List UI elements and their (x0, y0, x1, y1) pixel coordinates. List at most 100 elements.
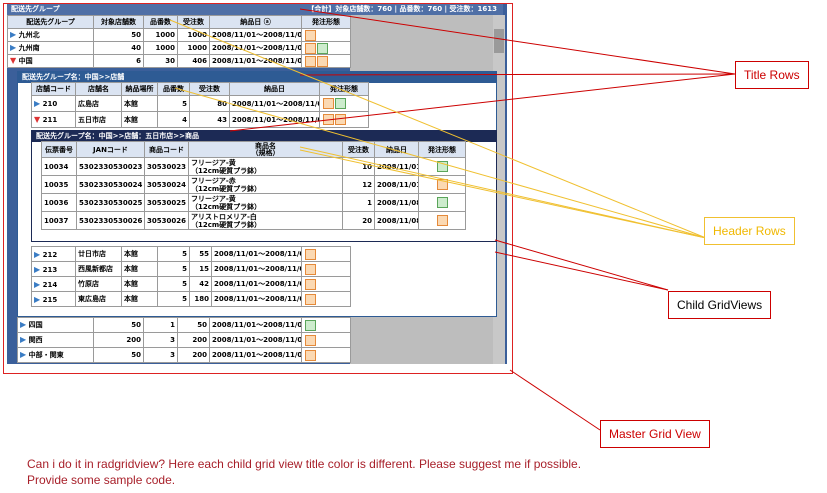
order-type-icon[interactable] (305, 293, 316, 305)
table-row[interactable]: ▶ 九州南 40 1000 1000 2008/11/01～2008/11/08 (7, 41, 351, 55)
delivery-date: 2008/11/01～2008/11/08 (211, 261, 302, 277)
col-store-code[interactable]: 店舗コード (31, 82, 76, 96)
expand-icon[interactable]: ▶ (20, 320, 26, 329)
expand-icon[interactable]: ▶ (20, 350, 26, 359)
table-row[interactable]: ▶ 四国 50 1 50 2008/11/01～2008/11/08 (17, 317, 351, 333)
store-code: 210 (42, 100, 58, 108)
order-type-icon[interactable] (437, 161, 448, 172)
order-type-icon[interactable] (335, 114, 346, 125)
col-slip-number[interactable]: 伝票番号 (41, 141, 77, 158)
order-type-icon[interactable] (305, 349, 316, 361)
order-type-icon[interactable] (305, 263, 316, 275)
group-name: 中部・関東 (28, 351, 64, 359)
order-count: 406 (177, 54, 210, 68)
sort-icon[interactable]: ⓐ (264, 18, 271, 26)
col-delivery-place[interactable]: 納品場所 (121, 82, 158, 96)
table-row[interactable]: ▶ 中部・関東 50 3 200 2008/11/01～2008/11/08 (17, 347, 351, 363)
expand-icon[interactable]: ▶ (34, 250, 40, 259)
store-name: 五日市店 (75, 111, 122, 128)
order-qty: 20 (342, 211, 375, 230)
order-type-icon[interactable] (437, 215, 448, 226)
order-type-icon[interactable] (437, 197, 448, 208)
table-row[interactable]: ▶ 213 西風新都店 本館 5 15 2008/11/01～2008/11/0… (31, 261, 351, 277)
delivery-place: 本館 (121, 95, 158, 112)
child-stores-header-row: 店舗コード 店舗名 納品場所 品番数 受注数 納品日 発注形態 (31, 82, 369, 96)
order-type-icon[interactable] (305, 248, 316, 260)
child-products-header-row: 伝票番号 JANコード 商品コード 商品名 （規格） 受注数 納品日 発注形態 (41, 141, 466, 158)
master-summary: 【合計】対象店舗数：760 | 品番数：760 | 受注数：1613 (307, 5, 497, 13)
expand-icon[interactable]: ▶ (20, 335, 26, 344)
product-spec: （12cm硬質プラ鉢） (191, 220, 262, 229)
delivery-place: 本館 (121, 246, 158, 262)
delivery-date: 2008/11/01～2008/11/08 (209, 54, 302, 68)
col-product-code[interactable]: 商品コード (144, 141, 189, 158)
scrollbar-thumb[interactable] (494, 29, 504, 53)
col-order-count[interactable]: 受注数 (189, 82, 230, 96)
delivery-date: 2008/11/01～2008/11/08 (229, 95, 320, 112)
expand-icon[interactable]: ▶ (10, 30, 16, 39)
order-type-icon[interactable] (323, 114, 334, 125)
col-store-name[interactable]: 店舗名 (75, 82, 122, 96)
table-row[interactable]: ▶ 215 東広島店 本館 5 180 2008/11/01～2008/11/0… (31, 291, 351, 307)
table-row[interactable]: ▶ 関西 200 3 200 2008/11/01～2008/11/08 (17, 332, 351, 348)
order-type-icon[interactable] (305, 278, 316, 290)
table-row[interactable]: 10037 5302330530026 30530026 アリストロメリア-白（… (41, 211, 466, 230)
col-order-type[interactable]: 発注形態 (301, 15, 351, 29)
expand-icon[interactable]: ▶ (34, 99, 40, 108)
product-spec: （12cm硬質プラ鉢） (191, 184, 262, 193)
col-delivery-date[interactable]: 納品日 (229, 82, 320, 96)
table-row[interactable]: ▶ 214 竹原店 本館 5 42 2008/11/01～2008/11/08 (31, 276, 351, 292)
col-store-count[interactable]: 対象店舗数 (93, 15, 144, 29)
col-order-type[interactable]: 発注形態 (319, 82, 369, 96)
store-code: 212 (42, 250, 58, 259)
col-item-count[interactable]: 品番数 (157, 82, 190, 96)
product-spec: （12cm硬質プラ鉢） (191, 202, 262, 211)
col-order-type[interactable]: 発注形態 (418, 141, 466, 158)
col-product-name[interactable]: 商品名 （規格） (188, 141, 343, 158)
col-delivery-date[interactable]: 納品日 ⓐ (209, 15, 302, 29)
order-type-icon[interactable] (323, 98, 334, 109)
table-row[interactable]: ▼ 211 五日市店 本館 4 43 2008/11/01～2008/11/08 (31, 111, 369, 128)
col-order-count[interactable]: 受注数 (177, 15, 210, 29)
child-line-1 (494, 251, 669, 291)
order-type-icon[interactable] (317, 55, 328, 67)
expand-icon[interactable]: ▶ (34, 265, 40, 274)
order-type-icon[interactable] (305, 319, 316, 331)
store-count: 50 (93, 28, 144, 42)
order-type-icon[interactable] (335, 98, 346, 109)
table-row[interactable]: 10036 5302330530025 30530025 フリージア-黄 （12c… (41, 193, 466, 212)
expand-icon[interactable]: ▶ (10, 43, 16, 52)
child-products-title: 配送先グループ名：中国>>店舗：五日市店>>商品 (36, 132, 200, 140)
item-count: 30 (143, 54, 178, 68)
table-row[interactable]: ▶ 210 広島店 本館 5 80 2008/11/01～2008/11/08 (31, 95, 369, 112)
collapse-icon[interactable]: ▼ (34, 115, 40, 124)
col-item-count[interactable]: 品番数 (143, 15, 178, 29)
order-type-icon[interactable] (437, 179, 448, 190)
order-type-icon[interactable] (317, 42, 328, 54)
col-delivery-group[interactable]: 配送先グループ (7, 15, 94, 29)
col-delivery-date-label: 納品日 (240, 18, 262, 26)
store-code: 211 (42, 116, 58, 124)
order-type-icon[interactable] (305, 334, 316, 346)
slip-number: 10034 (41, 157, 77, 176)
table-row[interactable]: ▶ 212 廿日市店 本館 5 55 2008/11/01～2008/11/08 (31, 246, 351, 262)
collapse-icon[interactable]: ▼ (10, 56, 16, 65)
child-stores-title: 配送先グループ名：中国>>店舗 (22, 73, 125, 81)
expand-icon[interactable]: ▶ (34, 280, 40, 289)
table-row[interactable]: ▶ 九州北 50 1000 1000 2008/11/01～2008/11/08 (7, 28, 351, 42)
col-jan-code[interactable]: JANコード (76, 141, 145, 158)
table-row[interactable]: 10034 5302330530023 30530023 フリージア-黄 （12c… (41, 157, 466, 176)
order-count: 180 (189, 291, 212, 307)
group-name: 四国 (28, 321, 43, 329)
table-row[interactable]: 10035 5302330530024 30530024 フリージア-赤 （12c… (41, 175, 466, 194)
col-order-qty[interactable]: 受注数 (342, 141, 375, 158)
product-name: フリージア-黄 (191, 158, 236, 167)
order-type-icon[interactable] (305, 29, 316, 41)
table-row[interactable]: ▼ 中国 6 30 406 2008/11/01～2008/11/08 (7, 54, 351, 68)
child-line-2 (494, 239, 669, 291)
group-name: 関西 (28, 336, 43, 344)
order-type-icon[interactable] (305, 42, 316, 54)
order-type-icon[interactable] (305, 55, 316, 67)
col-delivery-date[interactable]: 納品日 (374, 141, 419, 158)
expand-icon[interactable]: ▶ (34, 295, 40, 304)
